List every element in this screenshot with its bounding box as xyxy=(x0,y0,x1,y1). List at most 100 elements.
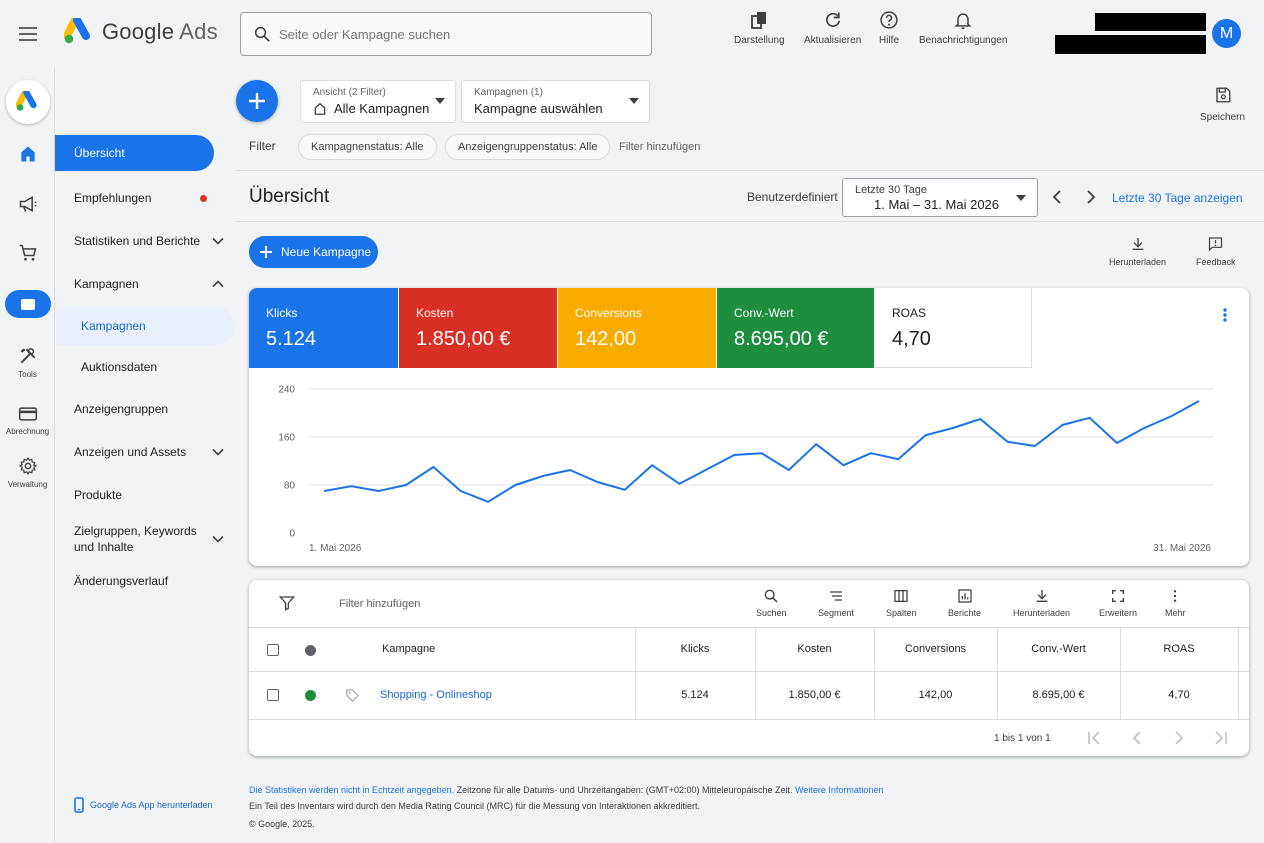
prev-page-button[interactable] xyxy=(1130,731,1144,745)
nav-item-insights[interactable]: Statistiken und Berichte xyxy=(56,231,234,251)
rail-campaigns-active[interactable] xyxy=(5,290,51,318)
search-box[interactable] xyxy=(240,12,652,56)
save-button[interactable]: Speichern xyxy=(1200,86,1245,123)
view-picker[interactable]: Ansicht (2 Filter) Alle Kampagnen xyxy=(300,80,456,123)
last-page-button[interactable] xyxy=(1212,731,1228,745)
col-header-clicks[interactable]: Klicks xyxy=(635,627,755,671)
nav-item-auction-insights[interactable]: Auktionsdaten xyxy=(56,357,234,377)
help-button[interactable]: Hilfe xyxy=(879,10,899,46)
add-filter-link[interactable]: Filter hinzufügen xyxy=(619,141,700,153)
x-axis-end-label: 31. Mai 2026 xyxy=(1153,543,1211,554)
next-page-button[interactable] xyxy=(1172,731,1186,745)
download-button[interactable]: Herunterladen xyxy=(1109,236,1166,267)
metric-tile-3[interactable]: Conv.-Wert 8.695,00 € xyxy=(717,288,874,368)
google-ads-logo[interactable]: Google Ads xyxy=(64,18,218,46)
col-header-conv-value[interactable]: Conv.-Wert xyxy=(997,627,1120,671)
date-range-picker[interactable]: Letzte 30 Tage 1. Mai – 31. Mai 2026 xyxy=(842,178,1038,217)
new-campaign-button[interactable]: Neue Kampagne xyxy=(249,236,378,268)
appearance-label: Darstellung xyxy=(734,35,785,46)
create-button[interactable] xyxy=(236,80,278,122)
feedback-button[interactable]: Feedback xyxy=(1196,236,1236,267)
nav-item-recommendations[interactable]: Empfehlungen xyxy=(56,188,234,208)
previous-period-button[interactable] xyxy=(1050,189,1064,205)
rail-billing[interactable]: Abrechnung xyxy=(0,405,55,436)
nav-item-overview[interactable]: Übersicht xyxy=(55,135,214,171)
gear-icon xyxy=(18,456,37,476)
table-reports-button[interactable]: Berichte xyxy=(948,588,981,618)
nav-overview-label: Übersicht xyxy=(74,146,125,160)
select-all-checkbox[interactable] xyxy=(267,644,279,656)
metric-tile-4[interactable]: ROAS 4,70 xyxy=(875,288,1032,368)
nav-history-label: Änderungsverlauf xyxy=(74,574,169,588)
rail-campaigns[interactable] xyxy=(0,194,55,214)
status-enabled-dot[interactable] xyxy=(305,690,316,701)
search-input[interactable] xyxy=(279,26,639,42)
appearance-icon xyxy=(751,12,767,29)
rail-home[interactable] xyxy=(0,144,55,164)
phone-icon xyxy=(74,797,84,813)
divider xyxy=(236,221,1264,222)
table-add-filter[interactable]: Filter hinzufügen xyxy=(339,598,420,610)
notifications-button[interactable]: Benachrichtigungen xyxy=(919,10,1007,46)
status-header-dot xyxy=(305,645,316,656)
nav-campaigns-label: Kampagnen xyxy=(74,277,139,291)
nav-ads-label: Anzeigen und Assets xyxy=(74,445,187,459)
table-search-button[interactable]: Suchen xyxy=(756,588,787,618)
rail-admin[interactable]: Verwaltung xyxy=(0,456,55,489)
col-header-cost[interactable]: Kosten xyxy=(755,627,874,671)
row-divider xyxy=(249,719,1249,720)
campaign-name-link[interactable]: Shopping - Onlineshop xyxy=(380,671,492,719)
next-period-button[interactable] xyxy=(1084,189,1098,205)
rail-shopping[interactable] xyxy=(0,243,55,263)
rail-tools[interactable]: Tools xyxy=(0,346,55,379)
rail-ads-logo[interactable] xyxy=(6,80,50,124)
filter-chip-adgroup-status[interactable]: Anzeigengruppenstatus: Alle xyxy=(445,134,611,160)
nav-item-products[interactable]: Produkte xyxy=(56,485,234,505)
filter-chip-campaign-status[interactable]: Kampagnenstatus: Alle xyxy=(298,134,437,160)
col-header-campaign[interactable]: Kampagne xyxy=(382,627,435,671)
notifications-label: Benachrichtigungen xyxy=(919,35,1008,46)
footer-realtime-link[interactable]: Die Statistiken werden nicht in Echtzeit… xyxy=(249,785,454,795)
feedback-label: Feedback xyxy=(1196,257,1236,267)
metric-tile-0[interactable]: Klicks 5.124 xyxy=(249,288,398,368)
campaign-picker-caption: Kampagnen (1) xyxy=(474,87,543,98)
table-download-button[interactable]: Herunterladen xyxy=(1013,588,1070,618)
cell-cost: 1.850,00 € xyxy=(788,689,841,701)
avatar-initial: M xyxy=(1219,24,1234,42)
nav-item-campaigns[interactable]: Kampagnen xyxy=(56,274,234,294)
table-filter-button[interactable] xyxy=(279,595,295,611)
table-columns-button[interactable]: Spalten xyxy=(886,588,917,618)
nav-item-ads-assets[interactable]: Anzeigen und Assets xyxy=(56,442,234,462)
row-checkbox[interactable] xyxy=(267,689,279,701)
performance-card: Klicks 5.124 Kosten 1.850,00 € Conversions 14… xyxy=(249,288,1249,566)
col-header-conversions[interactable]: Conversions xyxy=(874,627,997,671)
main-menu-button[interactable] xyxy=(14,20,42,48)
metric-label: Klicks xyxy=(266,306,298,320)
metric-value: 1.850,00 € xyxy=(416,328,511,350)
appearance-button[interactable]: Darstellung xyxy=(734,10,785,46)
nav-item-change-history[interactable]: Änderungsverlauf xyxy=(56,571,234,591)
refresh-button[interactable]: Aktualisieren xyxy=(804,10,861,46)
show-last-30-days-link[interactable]: Letzte 30 Tage anzeigen xyxy=(1112,191,1243,205)
col-header-roas[interactable]: ROAS xyxy=(1120,627,1238,671)
app-download-link[interactable]: Google Ads App herunterladen xyxy=(74,797,213,813)
card-more-button[interactable] xyxy=(1223,308,1227,322)
first-page-button[interactable] xyxy=(1087,731,1103,745)
save-label: Speichern xyxy=(1200,112,1246,123)
nav-item-adgroups[interactable]: Anzeigengruppen xyxy=(56,399,234,419)
footer-more-info-link[interactable]: Weitere Informationen xyxy=(795,785,883,795)
account-avatar[interactable]: M xyxy=(1212,19,1241,48)
nav-item-campaigns-sub[interactable]: Kampagnen xyxy=(56,316,234,336)
metric-tile-2[interactable]: Conversions 142,00 xyxy=(558,288,716,368)
plus-icon xyxy=(260,246,272,258)
divider xyxy=(236,170,1264,171)
metric-tile-1[interactable]: Kosten 1.850,00 € xyxy=(399,288,557,368)
series-line[interactable] xyxy=(323,400,1200,503)
campaign-picker[interactable]: Kampagnen (1) Kampagne auswählen xyxy=(461,80,650,123)
table-expand-button[interactable]: Erweitern xyxy=(1099,588,1137,618)
table-segment-button[interactable]: Segment xyxy=(818,588,854,618)
nav-item-audiences[interactable]: Zielgruppen, Keywords und Inhalte xyxy=(56,523,234,555)
dropdown-arrow-icon xyxy=(1016,195,1026,201)
table-more-button[interactable]: Mehr xyxy=(1165,588,1186,618)
footer-copyright: © Google, 2025. xyxy=(249,819,315,829)
